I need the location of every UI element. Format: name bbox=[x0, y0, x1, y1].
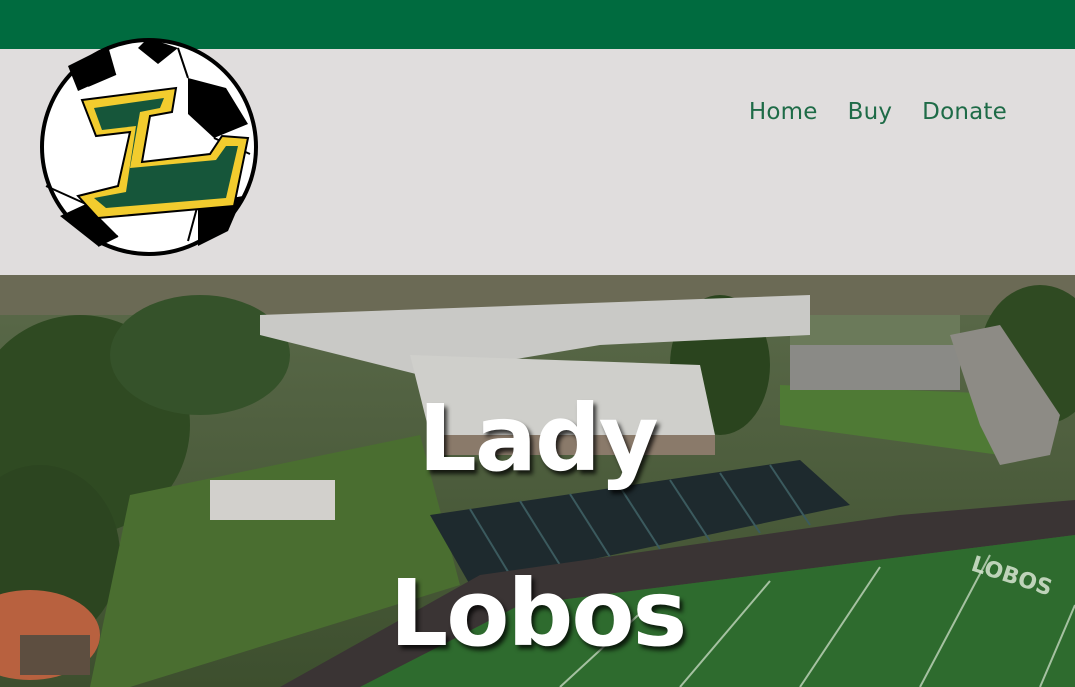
hero-title-line1: Lady bbox=[418, 385, 659, 492]
hero-banner: LOBOS Lady Lobos bbox=[0, 275, 1075, 687]
team-logo[interactable] bbox=[38, 36, 260, 258]
nav-buy-link[interactable]: Buy bbox=[848, 99, 893, 125]
nav-donate-link[interactable]: Donate bbox=[922, 99, 1007, 125]
soccer-ball-logo-icon bbox=[40, 38, 258, 256]
main-nav: Home Buy Donate bbox=[749, 99, 1007, 125]
hero-title-line2: Lobos bbox=[389, 560, 688, 667]
nav-home-link[interactable]: Home bbox=[749, 99, 818, 125]
